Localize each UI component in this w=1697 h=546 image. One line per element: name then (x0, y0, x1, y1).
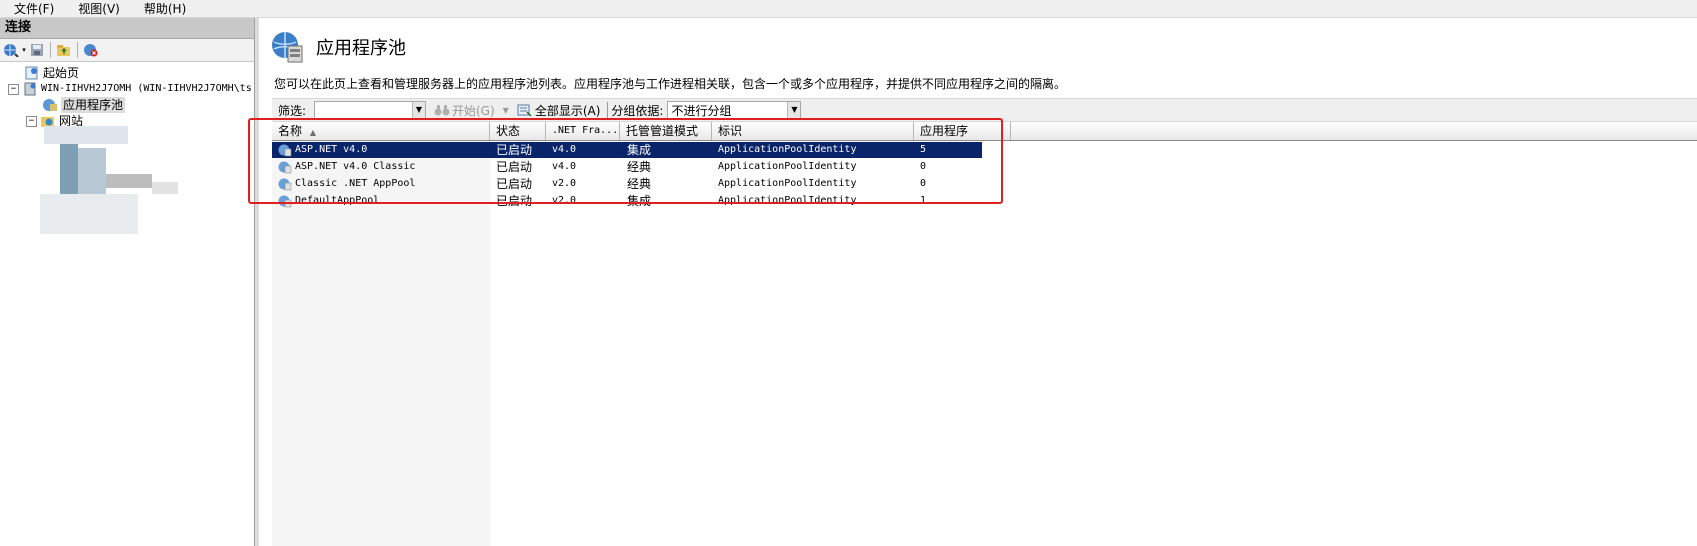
toolbar-separator (77, 42, 78, 58)
pool-name: ASP.NET v4.0 Classic (295, 161, 416, 172)
binoculars-icon (434, 105, 450, 116)
save-icon[interactable] (29, 42, 45, 58)
page-title: 应用程序池 (316, 38, 406, 59)
pool-pipeline: 经典 (627, 177, 652, 191)
tree-item-app-pools[interactable]: 应用程序池 (0, 97, 254, 113)
connections-title: 连接 (0, 18, 254, 39)
table-row[interactable]: Classic .NET AppPool 已启动 v2.0 经典 Applica… (272, 176, 1052, 192)
show-all-button[interactable]: 全部显示(A) (513, 102, 605, 119)
page-header: 应用程序池 (270, 30, 406, 64)
start-filter-button[interactable]: 开始(G) ▼ (430, 102, 513, 119)
show-all-icon (517, 104, 532, 117)
pool-app-count: 5 (920, 144, 927, 155)
connections-toolbar: ▾ (0, 39, 254, 62)
pool-identity: ApplicationPoolIdentity (718, 144, 857, 155)
sort-ascending-icon: ▲ (309, 128, 316, 137)
up-folder-icon[interactable] (56, 42, 72, 58)
pool-status: 已启动 (496, 160, 533, 174)
pool-name: DefaultAppPool (295, 195, 380, 206)
column-header-identity[interactable]: 标识 (712, 122, 914, 140)
tree-label-app-pools: 应用程序池 (61, 97, 126, 113)
app-pool-icon (43, 99, 57, 111)
menu-file[interactable]: 文件(F) (0, 1, 66, 17)
filter-bar: 筛选: ▼ 开始(G) ▼ 全部显示(A) 分组依据: 不进行分组 ▼ (272, 98, 1697, 122)
column-header-apps[interactable]: 应用程序 (914, 122, 1011, 140)
table-row[interactable]: DefaultAppPool 已启动 v2.0 集成 ApplicationPo… (272, 193, 1052, 209)
pool-name: Classic .NET AppPool (295, 178, 416, 189)
filter-input[interactable]: ▼ (314, 101, 426, 119)
chevron-down-icon[interactable]: ▼ (412, 102, 425, 118)
pool-identity: ApplicationPoolIdentity (718, 195, 857, 206)
pool-status: 已启动 (496, 177, 533, 191)
group-by-label: 分组依据: (611, 103, 664, 118)
pool-framework: v4.0 (552, 161, 577, 172)
pool-status: 已启动 (496, 143, 533, 157)
pool-identity: ApplicationPoolIdentity (718, 161, 857, 172)
list-header: 名称 ▲ 状态 .NET Fra... 托管管道模式 标识 应用程序 (272, 122, 1697, 141)
pool-pipeline: 集成 (627, 194, 652, 208)
tree-label-server: WIN-IIHVH2J7OMH (WIN-IIHVH2J7OMH\ts (41, 83, 252, 94)
column-header-framework[interactable]: .NET Fra... (546, 122, 620, 140)
dropdown-arrow-icon[interactable]: ▾ (21, 42, 27, 58)
app-pool-icon (278, 144, 292, 157)
table-row[interactable]: ASP.NET v4.0 Classic 已启动 v4.0 经典 Applica… (272, 159, 1052, 175)
app-pool-icon (278, 178, 292, 191)
main-content: 应用程序池 您可以在此页上查看和管理服务器上的应用程序池列表。应用程序池与工作进… (260, 18, 1697, 546)
menu-bar: 文件(F) 视图(V) 帮助(H) (0, 0, 1697, 18)
filter-separator (607, 102, 609, 118)
connect-globe-icon[interactable] (3, 42, 19, 58)
pool-status: 已启动 (496, 194, 533, 208)
pool-framework: v2.0 (552, 195, 577, 206)
connections-tree: 起始页 − WIN-IIHVH2J7OMH (WIN-IIHVH2J7OMH\t… (0, 62, 254, 129)
pool-identity: ApplicationPoolIdentity (718, 178, 857, 189)
menu-view[interactable]: 视图(V) (66, 1, 132, 17)
panel-splitter[interactable] (255, 18, 259, 546)
start-page-icon (25, 66, 38, 80)
pool-app-count: 0 (920, 161, 927, 172)
app-pool-list: 名称 ▲ 状态 .NET Fra... 托管管道模式 标识 应用程序 ASP.N… (272, 122, 1697, 546)
tree-label-start-page: 起始页 (43, 66, 80, 80)
pool-framework: v2.0 (552, 178, 577, 189)
column-header-name[interactable]: 名称 ▲ (272, 122, 490, 140)
pool-app-count: 0 (920, 178, 927, 189)
pool-app-count: 1 (920, 195, 927, 206)
pool-framework: v4.0 (552, 144, 577, 155)
disconnect-icon[interactable] (83, 42, 99, 58)
collapse-icon[interactable]: − (26, 115, 37, 127)
page-description: 您可以在此页上查看和管理服务器上的应用程序池列表。应用程序池与工作进程相关联，包… (274, 77, 1067, 91)
app-pool-icon (278, 195, 292, 208)
filter-label: 筛选: (278, 103, 307, 118)
chevron-down-icon[interactable]: ▼ (503, 106, 509, 115)
chevron-down-icon[interactable]: ▼ (787, 102, 801, 118)
collapse-icon[interactable]: − (8, 83, 19, 95)
app-pool-icon (278, 161, 292, 174)
tree-item-server[interactable]: − WIN-IIHVH2J7OMH (WIN-IIHVH2J7OMH\ts (0, 81, 254, 97)
pool-pipeline: 经典 (627, 160, 652, 174)
server-icon (24, 82, 36, 96)
connections-panel: 连接 ▾ 起始页 − WIN-IIHVH2J7OMH (WIN-IIHVH2J7… (0, 18, 255, 546)
pool-name: ASP.NET v4.0 (295, 144, 368, 155)
app-pools-header-icon (272, 32, 303, 63)
group-by-select[interactable]: 不进行分组 ▼ (667, 101, 802, 119)
tree-item-start-page[interactable]: 起始页 (0, 65, 254, 81)
menu-help[interactable]: 帮助(H) (132, 1, 198, 17)
column-header-pipeline[interactable]: 托管管道模式 (620, 122, 712, 140)
table-row[interactable]: ASP.NET v4.0 已启动 v4.0 集成 ApplicationPool… (272, 142, 982, 158)
pool-pipeline: 集成 (627, 143, 652, 157)
column-header-status[interactable]: 状态 (490, 122, 546, 140)
toolbar-separator (50, 42, 51, 58)
